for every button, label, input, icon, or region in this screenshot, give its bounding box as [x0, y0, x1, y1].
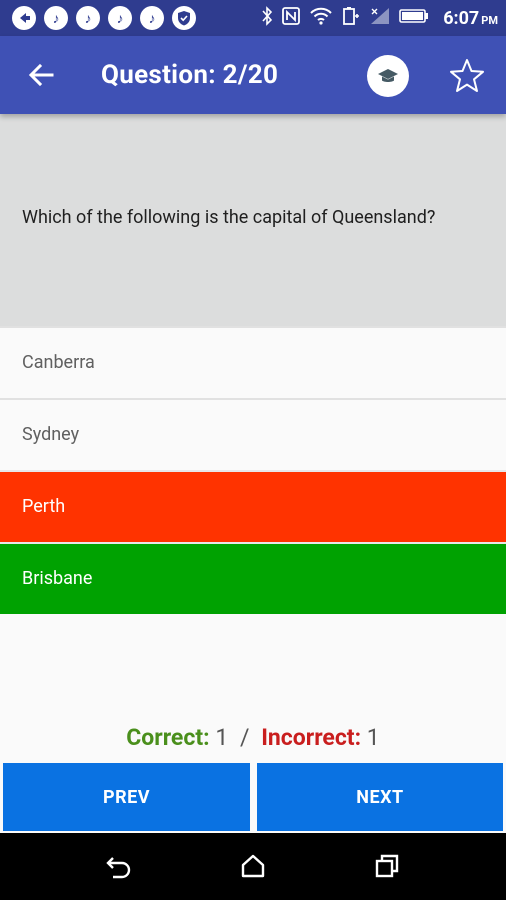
system-home-button[interactable] — [238, 851, 268, 881]
system-status: 6:07 PM — [261, 0, 498, 36]
graduation-cap-icon — [378, 69, 398, 82]
next-button[interactable]: NEXT — [257, 763, 503, 831]
question-panel: Which of the following is the capital of… — [0, 114, 506, 326]
home-icon — [241, 854, 265, 878]
back-button[interactable] — [22, 56, 60, 94]
star-outline-icon — [450, 59, 484, 92]
recents-icon — [375, 854, 399, 878]
system-recents-button[interactable] — [372, 851, 402, 881]
study-mode-button[interactable] — [367, 55, 409, 97]
signal-icon — [369, 6, 391, 30]
page-title: Question: 2/20 — [101, 60, 279, 90]
wifi-icon — [309, 6, 333, 30]
music-notification-icon: ♪ — [140, 6, 164, 30]
answer-option-sydney[interactable]: Sydney — [0, 398, 506, 470]
system-back-button[interactable] — [104, 851, 134, 881]
music-notification-icon: ♪ — [76, 6, 100, 30]
battery-saver-icon — [341, 6, 361, 30]
undo-back-icon — [106, 857, 131, 879]
answer-options: Canberra Sydney Perth Brisbane — [0, 326, 506, 614]
music-notification-icon: ♪ — [108, 6, 132, 30]
correct-count: 1 — [215, 724, 229, 751]
correct-label: Correct: — [126, 724, 210, 751]
answer-option-canberra[interactable]: Canberra — [0, 326, 506, 398]
prev-button[interactable]: PREV — [3, 763, 250, 831]
nfc-icon — [281, 6, 301, 30]
app-bar: Question: 2/20 — [0, 36, 506, 114]
question-text: Which of the following is the capital of… — [22, 206, 436, 228]
answer-option-perth[interactable]: Perth — [0, 470, 506, 542]
notification-icons: ♪ ♪ ♪ ♪ — [12, 6, 196, 30]
score-summary: Correct: 1 / Incorrect: 1 — [0, 722, 506, 754]
status-bar: ♪ ♪ ♪ ♪ 6:07 PM — [0, 0, 506, 36]
score-separator: / — [239, 724, 250, 751]
back-notification-icon — [12, 6, 36, 30]
incorrect-count: 1 — [366, 724, 380, 751]
bluetooth-icon — [261, 6, 273, 30]
arrow-left-icon — [28, 63, 54, 87]
clock: 6:07 PM — [443, 7, 498, 29]
battery-icon — [399, 8, 429, 28]
answer-option-brisbane[interactable]: Brisbane — [0, 542, 506, 614]
system-navigation-bar — [0, 833, 506, 900]
shield-icon — [172, 6, 196, 30]
bookmark-button[interactable] — [445, 54, 489, 98]
incorrect-label: Incorrect: — [261, 724, 362, 751]
music-notification-icon: ♪ — [44, 6, 68, 30]
